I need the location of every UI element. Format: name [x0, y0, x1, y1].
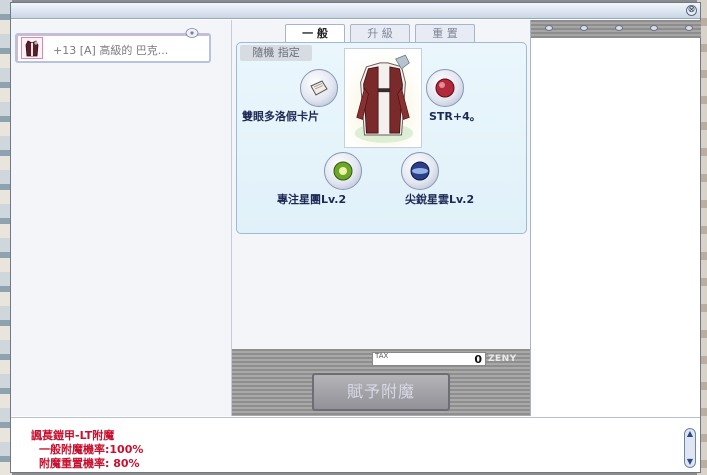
description-line: 附魔重置機率: 80%	[39, 457, 140, 470]
tab-reset[interactable]: 重 置	[415, 24, 475, 43]
indicator-icon	[545, 25, 553, 31]
item-list-pane: +13 [A] 高級的 巴克...	[11, 20, 232, 416]
enchant-slot-4[interactable]	[401, 152, 439, 190]
card-icon	[310, 80, 328, 96]
indicator-icon	[580, 25, 588, 31]
tax-zone: TAX 0 ZENY 賦予附魔	[232, 349, 530, 416]
scroll-down-icon[interactable]: ▼	[686, 458, 694, 466]
mode-selector[interactable]: 隨機 指定	[240, 45, 312, 61]
red-white-coat-icon	[345, 49, 421, 147]
enchant-slot-1-label: 雙眼多洛假卡片	[242, 110, 319, 123]
enchant-slot-1[interactable]	[300, 69, 338, 107]
result-header	[531, 20, 701, 38]
tax-field: TAX 0	[372, 352, 486, 366]
scroll-up-icon[interactable]: ▲	[686, 430, 694, 438]
enchant-slot-4-label: 尖銳星雲Lv.2	[405, 193, 475, 206]
description-scrollbar[interactable]: ▲ ▼	[684, 428, 696, 468]
window-titlebar[interactable]: ⊗	[11, 3, 700, 19]
close-button[interactable]: ⊗	[686, 5, 697, 16]
enchant-slot-3-label: 專注星團Lv.2	[277, 193, 347, 206]
enchant-slot-2[interactable]	[426, 69, 464, 107]
enchant-slot-3[interactable]	[324, 152, 362, 190]
tab-general[interactable]: 一 般	[285, 24, 345, 44]
enchant-window: ⊗ +13 [A] 高級的 巴克... 一 般 升 級 重 置 隨機 指定 雙眼…	[10, 2, 701, 473]
tag-icon	[185, 28, 199, 38]
enchant-slot-2-label: STR+4。	[429, 110, 481, 123]
currency-label: ZENY	[488, 354, 517, 364]
result-pane	[530, 20, 701, 416]
equipment-preview	[344, 48, 422, 148]
tax-label: TAX	[375, 352, 389, 360]
indicator-icon	[650, 25, 658, 31]
enchant-pane: 一 般 升 級 重 置 隨機 指定 雙眼多洛假卡片 STR+4。 專注星團Lv.…	[232, 20, 530, 349]
red-orb-icon	[435, 78, 455, 98]
item-name: +13 [A] 高級的 巴克...	[53, 44, 169, 57]
blue-nebula-icon	[410, 161, 430, 181]
green-star-icon	[333, 161, 353, 181]
indicator-icon	[615, 25, 623, 31]
tab-upgrade[interactable]: 升 級	[350, 24, 410, 43]
tax-value: 0	[474, 353, 482, 366]
description-area: 諷萇鎧甲-LT附魔 一般附魔機率:100% 附魔重置機率: 80% ▲ ▼	[11, 417, 700, 472]
enchant-button[interactable]: 賦予附魔	[312, 373, 450, 411]
item-list-entry[interactable]: +13 [A] 高級的 巴克...	[15, 28, 211, 63]
red-coat-icon	[21, 37, 43, 59]
enchant-slot-panel: 隨機 指定 雙眼多洛假卡片 STR+4。 專注星團Lv.2 尖銳星雲Lv.2	[236, 42, 527, 234]
indicator-icon	[685, 25, 693, 31]
